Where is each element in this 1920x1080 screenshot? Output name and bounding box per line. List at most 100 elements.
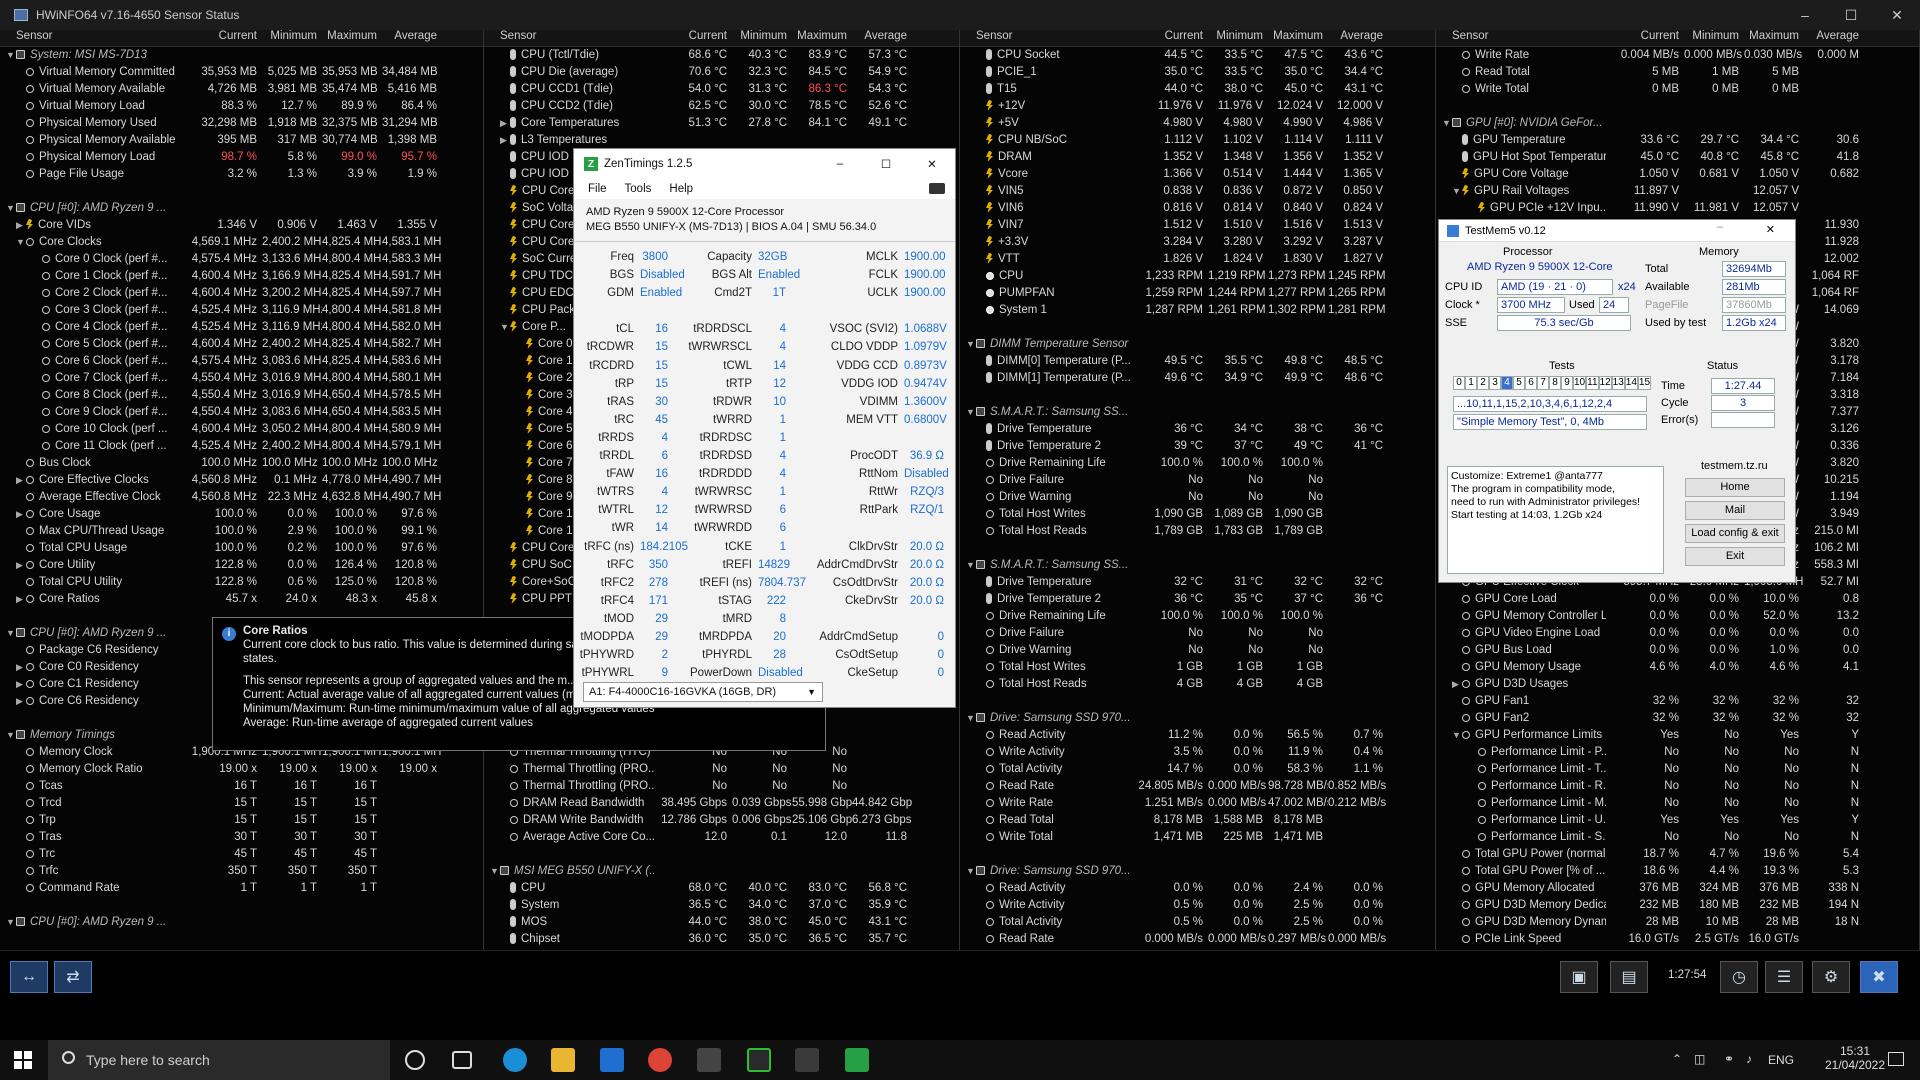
sensor-row[interactable]: CPU 68.0 °C 40.0 °C 83.0 °C 56.8 °C: [484, 880, 959, 897]
sensor-row[interactable]: Drive Failure No No No: [960, 625, 1435, 642]
collapse-arrow-icon[interactable]: ▼: [500, 319, 510, 336]
sensor-row[interactable]: Drive Remaining Life 100.0 % 100.0 % 100.0 …: [960, 455, 1435, 472]
column-header[interactable]: Average: [852, 30, 912, 46]
column-header[interactable]: Average: [382, 30, 442, 46]
sensor-row[interactable]: Core 5 Clock (perf #... 4,600.4 MHz 2,400.…: [0, 336, 483, 353]
sensor-row[interactable]: Performance Limit - T... No No No N: [1436, 761, 1919, 778]
sensor-row[interactable]: Total Host Writes 1,090 GB 1,089 GB 1,090 G…: [960, 506, 1435, 523]
collapse-arrow-icon[interactable]: ▼: [6, 47, 16, 64]
sensor-row[interactable]: DRAM Read Bandwidth 38.495 Gbps 0.039 Gbps…: [484, 795, 959, 812]
sensor-row[interactable]: CPU 1,233 RPM 1,219 RPM 1,273 RPM 1,245 RPM: [960, 268, 1435, 285]
collapse-arrow-icon[interactable]: ▼: [966, 336, 976, 353]
load-config-exit-button[interactable]: Load config & exit: [1685, 524, 1785, 543]
sensor-row[interactable]: GPU Memory Usage 4.6 % 4.0 % 4.6 % 4.1: [1436, 659, 1919, 676]
sensor-row[interactable]: Tcas 16 T 16 T 16 T: [0, 778, 483, 795]
sensor-row[interactable]: Virtual Memory Committed 35,953 MB 5,025 M…: [0, 64, 483, 81]
sensor-row[interactable]: Drive Warning No No No: [960, 642, 1435, 659]
sensor-row[interactable]: Write Total 1,471 MB 225 MB 1,471 MB: [960, 829, 1435, 846]
sensor-row[interactable]: Core 1 Clock (perf #... 4,600.4 MHz 3,166.…: [0, 268, 483, 285]
testmem5-titlebar[interactable]: TestMem5 v0.12 ✕ –: [1439, 220, 1795, 242]
collapse-arrow-icon[interactable]: ▼: [16, 234, 26, 251]
sensor-row[interactable]: Total Host Writes 1 GB 1 GB 1 GB: [960, 659, 1435, 676]
sensor-row[interactable]: GPU Core Load 0.0 % 0.0 % 10.0 % 0.8: [1436, 591, 1919, 608]
network-icon[interactable]: ◫: [1694, 1052, 1705, 1066]
expand-arrow-icon[interactable]: ▶: [16, 506, 26, 523]
collapse-arrow-icon[interactable]: ▼: [6, 914, 16, 931]
sensor-row[interactable]: Trp 15 T 15 T 15 T: [0, 812, 483, 829]
minimize-button[interactable]: –: [1717, 221, 1723, 233]
sensor-row[interactable]: Physical Memory Load 98.7 % 5.8 % 99.0 % 95.…: [0, 149, 483, 166]
column-header[interactable]: Average: [1804, 30, 1864, 46]
sensor-row[interactable]: Performance Limit - M... No No No N: [1436, 795, 1919, 812]
column-header[interactable]: Current: [182, 30, 262, 46]
exit-button[interactable]: Exit: [1685, 547, 1785, 566]
sensor-row[interactable]: Command Rate 1 T1 T1 T: [0, 880, 483, 897]
close-button[interactable]: ✕: [909, 149, 955, 179]
collapse-arrow-icon[interactable]: ▼: [1452, 183, 1462, 200]
sensor-row[interactable]: GPU Memory Controller L... 0.0 % 0.0 % 52.0…: [1436, 608, 1919, 625]
sensor-row[interactable]: VTT 1.826 V 1.824 V 1.830 V 1.827 V: [960, 251, 1435, 268]
sensor-row[interactable]: GPU Core Voltage 1.050 V 0.681 V 1.050 V 0.6…: [1436, 166, 1919, 183]
sensor-row[interactable]: Core 7 Clock (perf #... 4,550.4 MHz 3,016.…: [0, 370, 483, 387]
expand-arrow-icon[interactable]: ▶: [16, 659, 26, 676]
sensor-row[interactable]: Total CPU Usage 100.0 % 0.2 % 100.0 % 97.6 %: [0, 540, 483, 557]
sensor-row[interactable]: CPU (Tctl/Tdie) 68.6 °C 40.3 °C 83.9 °C 57.3…: [484, 47, 959, 64]
sensor-row[interactable]: CPU CCD1 (Tdie) 54.0 °C 31.3 °C 86.3 °C 54.3…: [484, 81, 959, 98]
sensor-row[interactable]: Tras 30 T 30 T 30 T: [0, 829, 483, 846]
wifi-icon[interactable]: ⚭: [1724, 1052, 1734, 1066]
notifications-icon[interactable]: [1888, 1052, 1904, 1066]
chevron-up-icon[interactable]: ⌃: [1672, 1052, 1682, 1066]
column-header[interactable]: Minimum: [262, 30, 322, 46]
sensor-row[interactable]: Virtual Memory Available 4,726 MB 3,981 MB…: [0, 81, 483, 98]
testmem5-window[interactable]: TestMem5 v0.12 ✕ – Processor Memory AMD …: [1438, 219, 1796, 583]
minimize-button[interactable]: –: [817, 149, 863, 179]
sensor-row[interactable]: CPU NB/SoC 1.112 V 1.102 V 1.114 V 1.111 V: [960, 132, 1435, 149]
sensor-row[interactable]: [0, 897, 483, 914]
sensor-group-header[interactable]: ▼ Drive: Samsung SSD 970...: [960, 863, 1435, 880]
column-header[interactable]: Sensor: [1436, 30, 1606, 46]
sensor-row[interactable]: Performance Limit - R... No No No N: [1436, 778, 1919, 795]
sensor-row[interactable]: [0, 183, 483, 200]
sensor-row[interactable]: PUMPFAN 1,259 RPM 1,244 RPM 1,277 RPM 1,265 …: [960, 285, 1435, 302]
expand-arrow-icon[interactable]: ▶: [16, 693, 26, 710]
sensor-row[interactable]: Vcore 1.366 V 0.514 V 1.444 V 1.365 V: [960, 166, 1435, 183]
sensor-row[interactable]: Physical Memory Used 32,298 MB 1,918 MB 32,…: [0, 115, 483, 132]
sensor-row[interactable]: CPU Die (average) 70.6 °C 32.3 °C 84.5 °C 54…: [484, 64, 959, 81]
sensor-row[interactable]: Core 3 Clock (perf #... 4,525.4 MHz 3,116.…: [0, 302, 483, 319]
column-header[interactable]: Minimum: [732, 30, 792, 46]
sensor-row[interactable]: PCIE_1 35.0 °C 33.5 °C 35.0 °C 34.4 °C: [960, 64, 1435, 81]
mail-button[interactable]: Mail: [1685, 501, 1785, 520]
sensor-row[interactable]: Thermal Throttling (PRO... No No No: [484, 778, 959, 795]
column-header[interactable]: Minimum: [1684, 30, 1744, 46]
sensor-row[interactable]: Drive Temperature 2 39 °C 37 °C 49 °C 41 °C: [960, 438, 1435, 455]
expand-arrow-icon[interactable]: ▶: [500, 132, 510, 149]
volume-icon[interactable]: ♪: [1746, 1052, 1752, 1066]
sensor-group-header[interactable]: ▼ DIMM Temperature Sensor: [960, 336, 1435, 353]
zentimings-window[interactable]: Z ZenTimings 1.2.5 – ☐ ✕ File Tools Help…: [573, 148, 956, 708]
sensor-row[interactable]: Drive Temperature 32 °C 31 °C 32 °C 32 °C: [960, 574, 1435, 591]
sensor-group-header[interactable]: ▼ MSI MEG B550 UNIFY-X (...: [484, 863, 959, 880]
sensor-row[interactable]: ▶ Core Temperatures 51.3 °C 27.8 °C 84.1 °C 4…: [484, 115, 959, 132]
file-explorer-icon[interactable]: [551, 1048, 575, 1072]
sensor-row[interactable]: VIN6 0.816 V 0.814 V 0.840 V 0.824 V: [960, 200, 1435, 217]
sensor-row[interactable]: Core 6 Clock (perf #... 4,575.4 MHz 3,083.…: [0, 353, 483, 370]
sensor-row[interactable]: Read Activity 0.0 % 0.0 % 2.4 % 0.0 %: [960, 880, 1435, 897]
minimize-button[interactable]: –: [1782, 0, 1828, 30]
sensor-row[interactable]: GPU D3D Memory Dedica... 232 MB 180 MB 232 …: [1436, 897, 1919, 914]
sensor-row[interactable]: Write Activity 3.5 % 0.0 % 11.9 % 0.4 %: [960, 744, 1435, 761]
sensor-row[interactable]: Core 4 Clock (perf #... 4,525.4 MHz 3,116.…: [0, 319, 483, 336]
sensor-row[interactable]: ▼ Core Clocks 4,569.1 MHz 2,400.2 MHz 4,825.…: [0, 234, 483, 251]
sensor-row[interactable]: [960, 319, 1435, 336]
sensor-row[interactable]: GPU PCIe +12V Inpu... 11.990 V 11.981 V 12.…: [1436, 200, 1919, 217]
expand-arrow-icon[interactable]: ▶: [16, 472, 26, 489]
clock-icon[interactable]: ◷: [1720, 961, 1758, 993]
sensor-row[interactable]: Virtual Memory Load 88.3 % 12.7 % 89.9 % 86.…: [0, 98, 483, 115]
sensor-row[interactable]: Total Activity 14.7 % 0.0 % 58.3 % 1.1 %: [960, 761, 1435, 778]
collapse-arrow-icon[interactable]: ▼: [966, 710, 976, 727]
home-button[interactable]: Home: [1685, 478, 1785, 497]
close-x-icon[interactable]: ✖: [1860, 961, 1898, 993]
sensor-row[interactable]: Core 9 Clock (perf #... 4,550.4 MHz 3,083.…: [0, 404, 483, 421]
mail-icon[interactable]: [600, 1048, 624, 1072]
column-header[interactable]: Sensor: [484, 30, 654, 46]
hwinfo-taskbar-icon[interactable]: [697, 1048, 721, 1072]
